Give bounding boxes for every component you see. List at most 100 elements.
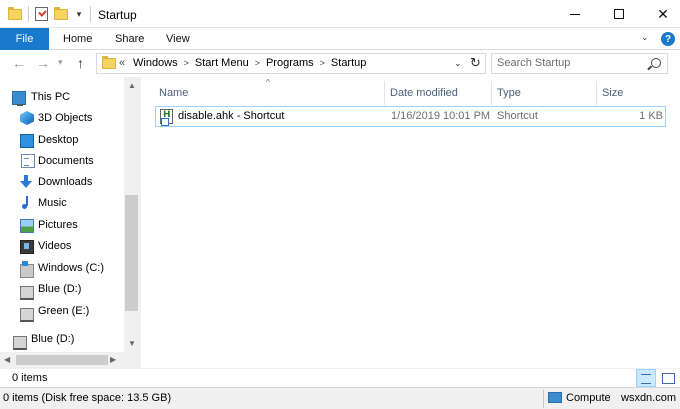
sidebar-item-this-pc[interactable]: This PC: [0, 87, 124, 107]
file-date-modified: 1/16/2019 10:01 PM: [391, 110, 491, 122]
scrollbar-thumb[interactable]: [125, 195, 138, 311]
close-icon: ✕: [657, 5, 669, 22]
scroll-left-arrow-icon[interactable]: ◀: [4, 355, 10, 364]
disk-free-space: 0 items (Disk free space: 13.5 GB): [3, 392, 172, 404]
navigation-bar: ← → ▾ ↑ « Windows > Start Menu > Program…: [0, 50, 680, 77]
videos-icon: [20, 240, 34, 254]
sidebar-item-music[interactable]: Music: [0, 193, 124, 213]
documents-icon: [21, 154, 35, 168]
refresh-icon[interactable]: ↻: [470, 55, 481, 71]
column-divider[interactable]: [384, 81, 385, 105]
breadcrumb-chevron-icon[interactable]: >: [184, 58, 189, 68]
minimize-button[interactable]: [552, 0, 598, 28]
details-view-icon[interactable]: [636, 369, 656, 387]
sidebar-vertical-scrollbar[interactable]: ▲ ▼: [124, 77, 140, 368]
tab-view[interactable]: View: [166, 28, 190, 50]
column-header-size[interactable]: Size: [602, 81, 623, 105]
breadcrumb-overflow[interactable]: «: [119, 57, 125, 69]
up-arrow-icon[interactable]: ↑: [77, 55, 84, 71]
navigation-pane: This PC 3D Objects Desktop Documents Dow…: [0, 77, 140, 368]
details-divider: [543, 390, 544, 408]
forward-arrow-icon[interactable]: →: [36, 55, 50, 71]
sidebar-item-label: Pictures: [38, 219, 78, 231]
breadcrumb-chevron-icon[interactable]: >: [320, 58, 325, 68]
details-bar: 0 items (Disk free space: 13.5 GB) Compu…: [0, 387, 680, 409]
sidebar-item-label: Green (E:): [38, 305, 90, 317]
maximize-icon: [614, 9, 624, 19]
column-divider[interactable]: [596, 81, 597, 105]
file-type: Shortcut: [497, 110, 538, 122]
column-header-name[interactable]: Name: [159, 81, 188, 105]
sidebar-item-label: Music: [38, 197, 67, 209]
new-folder-icon[interactable]: [54, 6, 68, 20]
drive-icon: [20, 308, 34, 322]
address-bar[interactable]: « Windows > Start Menu > Programs > Star…: [96, 53, 486, 74]
quick-access-toolbar: ▾: [8, 5, 91, 23]
sidebar-item-videos[interactable]: Videos: [0, 236, 124, 256]
breadcrumb-windows[interactable]: Windows: [133, 57, 178, 69]
help-icon[interactable]: ?: [661, 32, 675, 46]
scroll-up-arrow-icon[interactable]: ▲: [124, 81, 140, 90]
breadcrumb-startup[interactable]: Startup: [331, 57, 366, 69]
tab-share[interactable]: Share: [115, 28, 144, 50]
address-history-chevron-icon[interactable]: ⌄: [454, 58, 462, 69]
properties-icon[interactable]: [35, 7, 48, 21]
column-header-date-modified[interactable]: Date modified: [390, 81, 458, 105]
pictures-icon: [20, 219, 34, 233]
sidebar-item-windows-c[interactable]: Windows (C:): [0, 258, 124, 278]
tab-file[interactable]: File: [0, 28, 49, 50]
status-bar: 0 items: [0, 368, 680, 387]
tab-home[interactable]: Home: [63, 28, 92, 50]
close-button[interactable]: ✕: [640, 0, 680, 28]
sidebar-item-label: Desktop: [38, 134, 79, 146]
sidebar-item-blue-d-removable[interactable]: Blue (D:): [0, 329, 124, 350]
drive-icon: [13, 336, 27, 350]
location-label: Compute: [566, 392, 611, 404]
file-row[interactable]: disable.ahk - Shortcut 1/16/2019 10:01 P…: [155, 106, 666, 127]
scroll-right-arrow-icon[interactable]: ▶: [110, 355, 116, 364]
ribbon-tabs: File Home Share View ⌄ ?: [0, 28, 680, 50]
sidebar-horizontal-scrollbar[interactable]: ◀ ▶: [0, 352, 124, 368]
maximize-button[interactable]: [596, 0, 642, 28]
breadcrumb-chevron-icon[interactable]: >: [255, 58, 260, 68]
sidebar-item-green-e[interactable]: Green (E:): [0, 301, 124, 322]
customize-toolbar-chevron-icon[interactable]: ▾: [74, 9, 84, 20]
back-arrow-icon[interactable]: ←: [12, 55, 26, 71]
item-count: 0 items: [12, 372, 48, 384]
sidebar-item-label: Downloads: [38, 176, 93, 188]
toolbar-divider: [28, 6, 29, 22]
scroll-down-arrow-icon[interactable]: ▼: [124, 339, 140, 348]
search-input[interactable]: Search Startup: [491, 53, 668, 74]
folder-icon: [102, 56, 116, 69]
sidebar-item-pictures[interactable]: Pictures: [0, 215, 124, 235]
search-icon: [651, 58, 661, 68]
sidebar-item-documents[interactable]: Documents: [0, 151, 124, 171]
scrollbar-thumb[interactable]: [16, 355, 108, 365]
large-icons-view-icon[interactable]: [658, 369, 678, 387]
sidebar-item-downloads[interactable]: Downloads: [0, 172, 124, 192]
file-list: ^ Name Date modified Type Size disable.a…: [141, 77, 680, 368]
breadcrumb-start-menu[interactable]: Start Menu: [195, 57, 249, 69]
sidebar-item-label: Videos: [38, 240, 72, 252]
desktop-icon: [20, 134, 34, 148]
toolbar-divider: [90, 6, 91, 22]
sidebar-item-desktop[interactable]: Desktop: [0, 130, 124, 150]
column-header-type[interactable]: Type: [497, 81, 521, 105]
sidebar-item-label: Documents: [38, 155, 94, 167]
drive-icon: [20, 286, 34, 300]
sidebar-item-blue-d[interactable]: Blue (D:): [0, 279, 124, 300]
sidebar-item-label: This PC: [31, 91, 71, 103]
windows-drive-icon: [20, 261, 34, 278]
column-divider[interactable]: [491, 81, 492, 105]
sidebar-item-label: Windows (C:): [38, 262, 105, 274]
sidebar-item-3d-objects[interactable]: 3D Objects: [0, 108, 124, 128]
music-icon: [21, 196, 35, 210]
downloads-icon: [20, 175, 34, 189]
breadcrumb: Windows > Start Menu > Programs > Startu…: [133, 57, 366, 69]
3d-objects-icon: [20, 111, 34, 125]
sidebar-item-label: 3D Objects: [38, 112, 93, 124]
breadcrumb-programs[interactable]: Programs: [266, 57, 314, 69]
window-title: Startup: [98, 8, 137, 22]
recent-locations-chevron-icon[interactable]: ▾: [58, 57, 63, 68]
expand-ribbon-chevron-icon[interactable]: ⌄: [641, 32, 649, 43]
